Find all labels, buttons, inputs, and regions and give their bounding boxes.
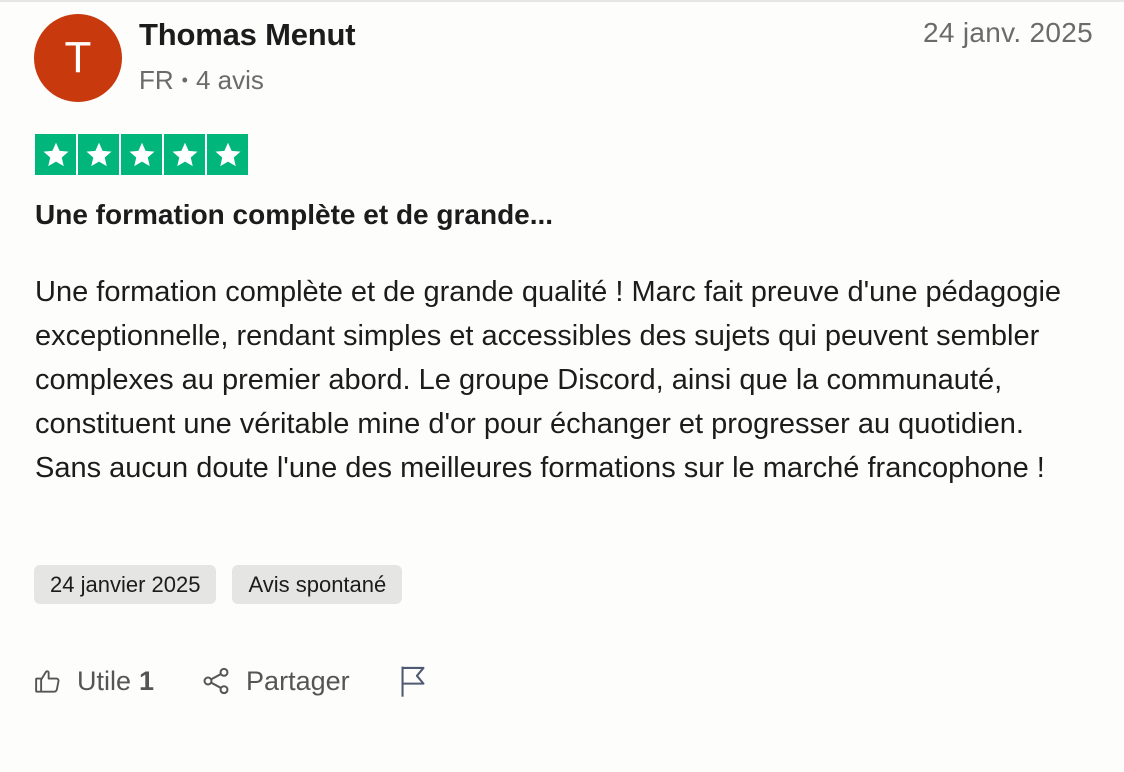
useful-button[interactable]: Utile 1 [33, 666, 154, 697]
flag-icon [398, 664, 428, 698]
reviewer-country: FR [139, 65, 174, 95]
report-button[interactable] [398, 664, 442, 698]
star-icon [207, 134, 248, 175]
review-card: T Thomas Menut FR • 4 avis 24 janv. 2025… [0, 0, 1124, 772]
review-actions: Utile 1 Partager [33, 664, 442, 698]
useful-count: 1 [139, 665, 155, 696]
reviewer-meta: FR • 4 avis [139, 65, 264, 96]
star-rating [35, 134, 248, 175]
useful-label: Utile [77, 665, 132, 696]
star-icon [35, 134, 76, 175]
share-button[interactable]: Partager [200, 665, 350, 697]
share-label: Partager [246, 665, 350, 696]
share-icon [200, 665, 232, 697]
thumbs-up-icon [33, 666, 63, 696]
avatar[interactable]: T [34, 14, 122, 102]
star-icon [78, 134, 119, 175]
avatar-initial: T [64, 33, 92, 82]
review-title[interactable]: Une formation complète et de grande... [35, 199, 553, 231]
star-icon [164, 134, 205, 175]
review-type-tag: Avis spontané [232, 565, 403, 604]
review-body: Une formation complète et de grande qual… [35, 276, 1062, 484]
review-tags: 24 janvier 2025 Avis spontané [34, 565, 403, 604]
reviewer-review-count: 4 avis [195, 65, 264, 95]
star-icon [121, 134, 162, 175]
experience-date-tag: 24 janvier 2025 [34, 565, 217, 604]
reviewer-name[interactable]: Thomas Menut [139, 17, 356, 53]
review-date: 24 janv. 2025 [923, 17, 1093, 48]
meta-separator: • [181, 70, 188, 90]
